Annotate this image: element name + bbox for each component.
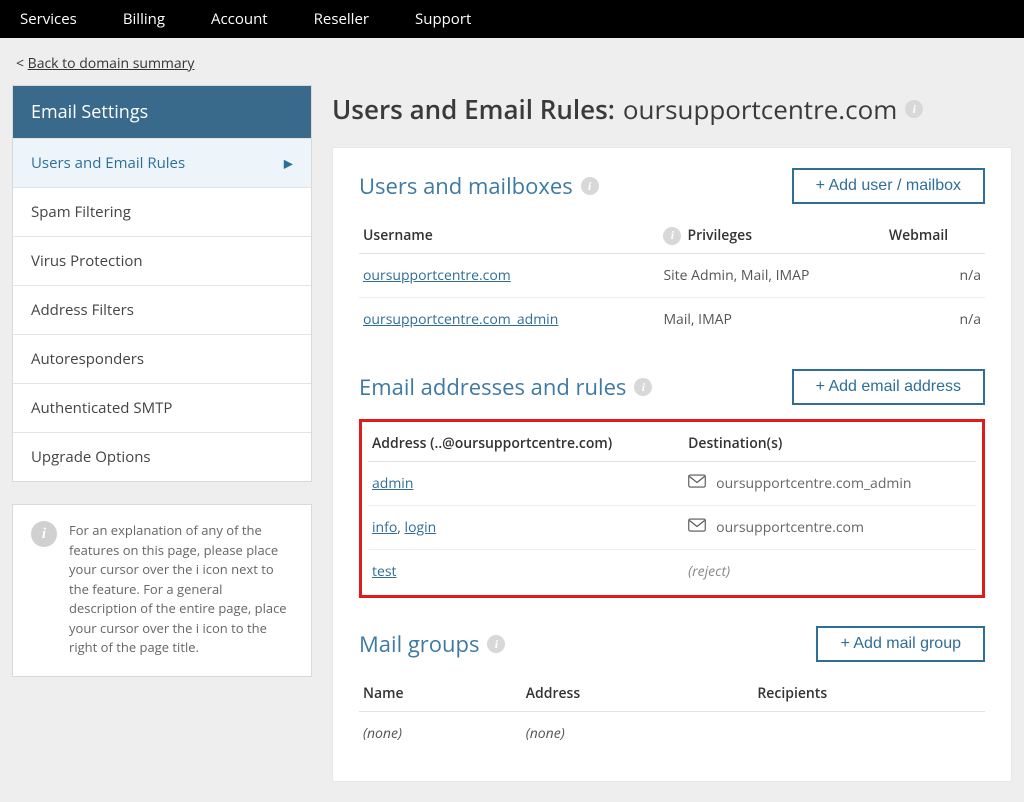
address-link[interactable]: admin bbox=[372, 474, 413, 493]
sidebar-item-upgrade-options[interactable]: Upgrade Options bbox=[13, 432, 311, 481]
add-email-address-button[interactable]: + Add email address bbox=[792, 369, 985, 405]
info-icon[interactable]: i bbox=[905, 100, 923, 118]
section-users: Users and mailboxes i + Add user / mailb… bbox=[359, 168, 985, 341]
nav-services[interactable]: Services bbox=[20, 9, 77, 29]
user-privileges: Site Admin, Mail, IMAP bbox=[659, 254, 884, 298]
groups-table: Name Address Recipients (none) (none) (n… bbox=[359, 676, 985, 755]
destination-label: oursupportcentre.com bbox=[716, 518, 864, 537]
address-link[interactable]: login bbox=[405, 518, 437, 537]
sidebar-item-label: Autoresponders bbox=[31, 349, 144, 369]
table-row: test (reject) bbox=[368, 550, 976, 594]
table-row: admin oursupportcentre.com_admin bbox=[368, 462, 976, 506]
col-address: Address (..@oursupportcentre.com) bbox=[368, 422, 684, 462]
add-user-button[interactable]: + Add user / mailbox bbox=[792, 168, 985, 204]
table-row: oursupportcentre.com Site Admin, Mail, I… bbox=[359, 254, 985, 298]
info-icon[interactable]: i bbox=[487, 635, 505, 653]
chevron-right-icon: ▶ bbox=[284, 155, 293, 172]
envelope-icon bbox=[688, 518, 706, 537]
destination-label: (reject) bbox=[688, 562, 730, 581]
section-addresses: Email addresses and rules i + Add email … bbox=[359, 369, 985, 598]
nav-reseller[interactable]: Reseller bbox=[314, 9, 369, 29]
main-panel: Users and mailboxes i + Add user / mailb… bbox=[332, 147, 1012, 782]
user-webmail: n/a bbox=[885, 298, 985, 342]
col-username: Username bbox=[359, 218, 659, 254]
page-title: Users and Email Rules: oursupportcentre.… bbox=[332, 91, 1012, 127]
user-privileges: Mail, IMAP bbox=[659, 298, 884, 342]
info-icon[interactable]: i bbox=[663, 227, 681, 245]
section-title-addresses: Email addresses and rules bbox=[359, 372, 626, 402]
sidebar-item-label: Virus Protection bbox=[31, 251, 143, 271]
destination-label: oursupportcentre.com_admin bbox=[716, 474, 911, 493]
page-domain: oursupportcentre.com bbox=[623, 91, 897, 127]
none-label: (none) bbox=[359, 712, 522, 756]
nav-support[interactable]: Support bbox=[415, 9, 471, 29]
none-label: (none) bbox=[753, 712, 985, 756]
none-label: (none) bbox=[522, 712, 754, 756]
sidebar-item-label: Address Filters bbox=[31, 300, 134, 320]
table-row: (none) (none) (none) bbox=[359, 712, 985, 756]
sidebar-header: Email Settings bbox=[13, 86, 311, 138]
envelope-icon bbox=[688, 474, 706, 493]
highlighted-addresses: Address (..@oursupportcentre.com) Destin… bbox=[359, 419, 985, 598]
sidebar-item-label: Spam Filtering bbox=[31, 202, 131, 222]
col-webmail: Webmail bbox=[885, 218, 985, 254]
sidebar-item-label: Users and Email Rules bbox=[31, 153, 185, 173]
col-address: Address bbox=[522, 676, 754, 712]
sidebar-info-text: For an explanation of any of the feature… bbox=[69, 521, 293, 658]
address-link[interactable]: test bbox=[372, 562, 397, 581]
sidebar-info-box: i For an explanation of any of the featu… bbox=[12, 504, 312, 677]
sidebar-item-spam-filtering[interactable]: Spam Filtering bbox=[13, 187, 311, 236]
nav-account[interactable]: Account bbox=[211, 9, 268, 29]
col-privileges: iPrivileges bbox=[659, 218, 884, 254]
addresses-table: Address (..@oursupportcentre.com) Destin… bbox=[368, 422, 976, 593]
sidebar-item-label: Upgrade Options bbox=[31, 447, 151, 467]
nav-billing[interactable]: Billing bbox=[123, 9, 165, 29]
sidebar-item-authenticated-smtp[interactable]: Authenticated SMTP bbox=[13, 383, 311, 432]
sidebar-item-virus-protection[interactable]: Virus Protection bbox=[13, 236, 311, 285]
user-link[interactable]: oursupportcentre.com_admin bbox=[363, 310, 558, 329]
sidebar-item-autoresponders[interactable]: Autoresponders bbox=[13, 334, 311, 383]
sidebar-item-users-and-email-rules[interactable]: Users and Email Rules ▶ bbox=[13, 138, 311, 187]
top-nav: Services Billing Account Reseller Suppor… bbox=[0, 0, 1024, 38]
section-title-users: Users and mailboxes bbox=[359, 171, 573, 201]
user-link[interactable]: oursupportcentre.com bbox=[363, 266, 511, 285]
sidebar-item-label: Authenticated SMTP bbox=[31, 398, 172, 418]
breadcrumb: < Back to domain summary bbox=[12, 54, 1012, 73]
col-destination: Destination(s) bbox=[684, 422, 976, 462]
info-icon[interactable]: i bbox=[581, 177, 599, 195]
col-recipients: Recipients bbox=[753, 676, 985, 712]
users-table: Username iPrivileges Webmail oursupportc… bbox=[359, 218, 985, 341]
table-row: oursupportcentre.com_admin Mail, IMAP n/… bbox=[359, 298, 985, 342]
col-name: Name bbox=[359, 676, 522, 712]
add-mail-group-button[interactable]: + Add mail group bbox=[816, 626, 985, 662]
sidebar-item-address-filters[interactable]: Address Filters bbox=[13, 285, 311, 334]
info-icon[interactable]: i bbox=[634, 378, 652, 396]
table-row: info, login oursupportcentre.com bbox=[368, 506, 976, 550]
section-mail-groups: Mail groups i + Add mail group Name Addr… bbox=[359, 626, 985, 755]
sidebar: Email Settings Users and Email Rules ▶ S… bbox=[12, 85, 312, 482]
section-title-groups: Mail groups bbox=[359, 629, 479, 659]
user-webmail: n/a bbox=[885, 254, 985, 298]
info-icon: i bbox=[31, 521, 57, 547]
back-link[interactable]: Back to domain summary bbox=[28, 54, 195, 73]
address-link[interactable]: info bbox=[372, 518, 397, 537]
